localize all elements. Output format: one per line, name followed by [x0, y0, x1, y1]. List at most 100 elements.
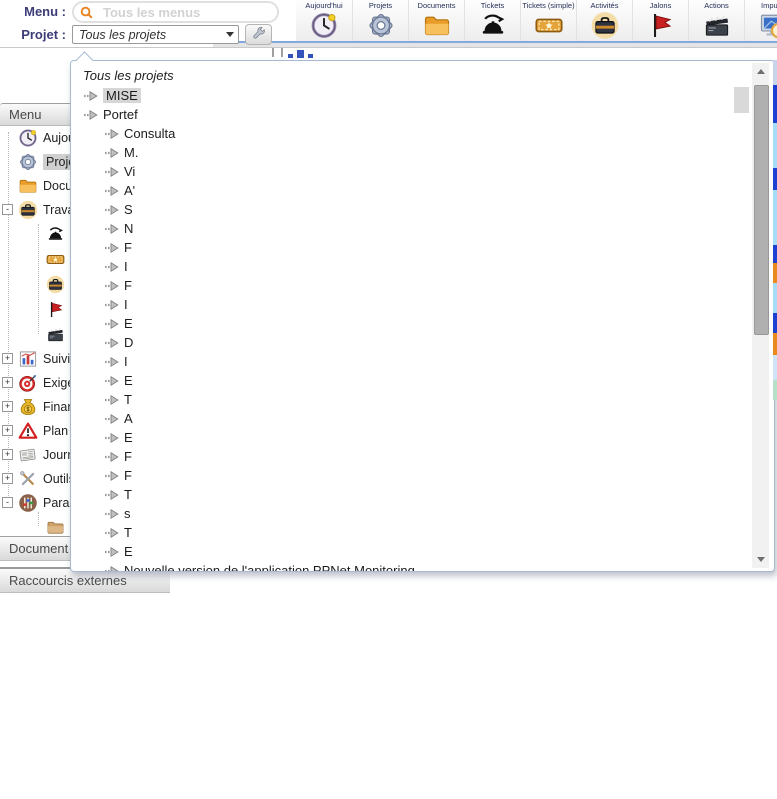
expand-icon[interactable]: + — [2, 425, 13, 436]
toolbar-button-bell[interactable]: Tickets — [464, 0, 520, 41]
bell-icon — [46, 225, 65, 244]
tree-arrow-icon — [104, 528, 119, 538]
project-tree-item[interactable]: MISE — [71, 86, 774, 105]
toolbar-button-label: Documents — [418, 2, 456, 11]
background-fragment — [773, 60, 777, 400]
toolbar-button-computer-clock[interactable]: Imputa — [744, 0, 777, 41]
toolbar-button-label: Projets — [369, 2, 392, 11]
project-tree-item[interactable]: A' — [71, 181, 774, 200]
tree-arrow-icon — [104, 433, 119, 443]
tree-arrow-icon — [104, 243, 119, 253]
scroll-down-icon[interactable] — [752, 551, 769, 568]
tree-arrow-icon — [104, 281, 119, 291]
toolbar-button-gear[interactable]: Projets — [352, 0, 408, 41]
project-tree: MISEPortefConsultaM.ViA'SNFIFIEDIETAEFFT… — [71, 86, 774, 572]
toolbar-button-briefcase[interactable]: Activités — [576, 0, 632, 41]
project-tree-item[interactable]: T — [71, 390, 774, 409]
tree-arrow-icon — [104, 471, 119, 481]
project-tree-item-label: I — [124, 354, 128, 369]
project-tree-item[interactable]: E — [71, 314, 774, 333]
expand-icon[interactable]: + — [2, 377, 13, 388]
project-tree-item[interactable]: Portef — [71, 105, 774, 124]
project-tree-item[interactable]: Nouvelle version de l'application PPNet … — [71, 561, 774, 572]
toolbar: Aujourd'hui Projets Documents TicketsTicket… — [296, 0, 777, 41]
project-tree-item-label: F — [124, 278, 132, 293]
project-tree-item[interactable]: T — [71, 485, 774, 504]
project-tree-item[interactable]: F — [71, 447, 774, 466]
toolbar-button-flag[interactable]: Jalons — [632, 0, 688, 41]
tree-arrow-icon — [104, 262, 119, 272]
project-tree-item-label: D — [124, 335, 133, 350]
project-tree-item-label: A — [124, 411, 133, 426]
scrollbar-thumb[interactable] — [754, 85, 769, 335]
sidebar-item-label: Suivi — [43, 352, 70, 366]
project-settings-button[interactable] — [245, 24, 272, 45]
expand-icon[interactable]: + — [2, 353, 13, 364]
flag-icon — [46, 300, 65, 319]
newspaper-icon — [18, 445, 38, 465]
project-tree-item-label: MISE — [103, 88, 141, 103]
project-tree-item[interactable]: I — [71, 352, 774, 371]
toolbar-button-label: Aujourd'hui — [305, 2, 342, 11]
tree-arrow-icon — [104, 319, 119, 329]
project-tree-item-label: M. — [124, 145, 138, 160]
project-tree-item-label: Nouvelle version de l'application PPNet … — [124, 563, 415, 572]
project-tree-item[interactable]: E — [71, 428, 774, 447]
project-tree-item[interactable]: F — [71, 276, 774, 295]
menu-search-input[interactable]: Tous les menus — [72, 1, 279, 23]
tree-arrow-icon — [104, 205, 119, 215]
project-tree-item[interactable]: D — [71, 333, 774, 352]
expand-icon[interactable]: + — [2, 401, 13, 412]
project-tree-item[interactable]: I — [71, 257, 774, 276]
tree-arrow-icon — [104, 129, 119, 139]
project-tree-item[interactable]: T — [71, 523, 774, 542]
scroll-up-icon[interactable] — [752, 63, 769, 80]
tree-arrow-icon — [83, 110, 98, 120]
project-tree-item[interactable]: s — [71, 504, 774, 523]
project-tree-item[interactable]: Vi — [71, 162, 774, 181]
project-tree-item[interactable]: M. — [71, 143, 774, 162]
toolbar-button-clock[interactable]: Aujourd'hui — [296, 0, 352, 41]
warning-icon — [18, 421, 38, 441]
briefcase-icon — [18, 200, 38, 220]
project-tree-item[interactable]: A — [71, 409, 774, 428]
collapse-icon[interactable]: - — [2, 204, 13, 215]
toolbar-button-clapperboard[interactable]: Actions — [688, 0, 744, 41]
project-tree-item[interactable]: N — [71, 219, 774, 238]
folder-icon — [18, 176, 38, 196]
project-tree-item-label: E — [124, 430, 133, 445]
sliders-icon — [18, 493, 38, 513]
project-tree-item[interactable]: S — [71, 200, 774, 219]
project-tree-item[interactable]: E — [71, 371, 774, 390]
clapperboard-icon — [702, 11, 732, 40]
computer-clock-icon — [758, 11, 777, 40]
toolbar-button-folder[interactable]: Documents — [408, 0, 464, 41]
dropdown-scrollbar[interactable] — [752, 63, 769, 568]
tree-arrow-icon — [104, 566, 119, 573]
project-tree-item[interactable]: I — [71, 295, 774, 314]
tree-arrow-icon — [104, 338, 119, 348]
project-tree-item[interactable]: Consulta — [71, 124, 774, 143]
menu-label: Menu : — [0, 4, 66, 19]
expand-icon[interactable]: + — [2, 449, 13, 460]
project-tree-item-label: N — [124, 221, 133, 236]
tree-arrow-icon — [104, 167, 119, 177]
toolbar-accent-line — [213, 41, 777, 43]
project-tree-item[interactable]: E — [71, 542, 774, 561]
project-tree-item-label: E — [124, 544, 133, 559]
dropdown-title-option[interactable]: Tous les projets — [83, 68, 774, 83]
background-fragment — [734, 87, 749, 113]
project-tree-item[interactable]: F — [71, 238, 774, 257]
project-tree-item-label: F — [124, 468, 132, 483]
project-tree-item-label: E — [124, 373, 133, 388]
toolbar-button-ticket[interactable]: Tickets (simple) — [520, 0, 576, 41]
collapse-icon[interactable]: - — [2, 497, 13, 508]
project-tree-item[interactable]: F — [71, 466, 774, 485]
project-select-value: Tous les projets — [73, 28, 222, 42]
project-tree-item-label: F — [124, 240, 132, 255]
bell-icon — [478, 11, 508, 40]
project-select[interactable]: Tous les projets — [72, 25, 239, 44]
tree-arrow-icon — [104, 376, 119, 386]
expand-icon[interactable]: + — [2, 473, 13, 484]
project-tree-item-label: T — [124, 487, 132, 502]
